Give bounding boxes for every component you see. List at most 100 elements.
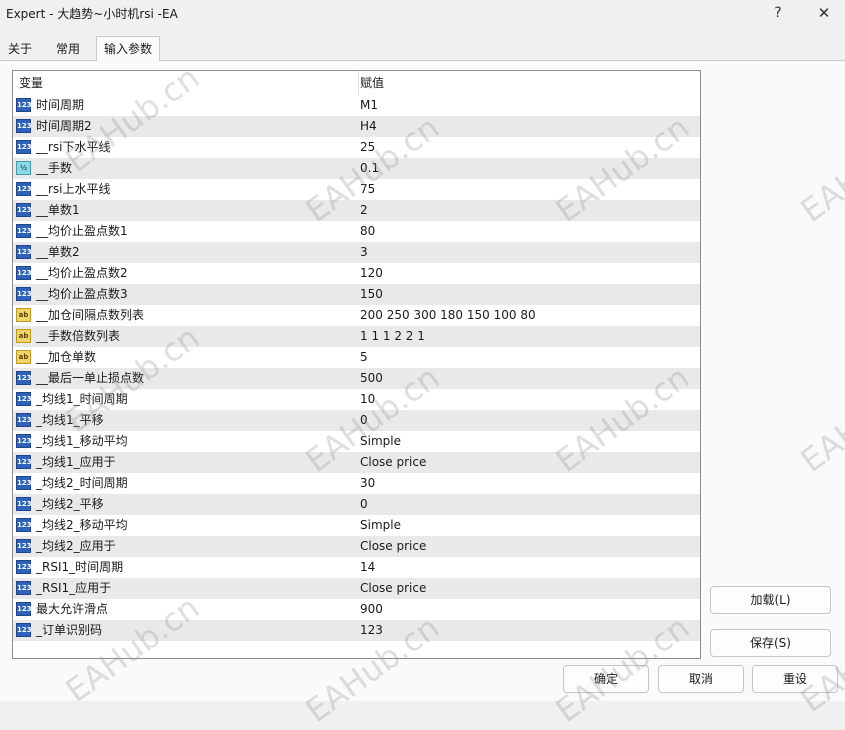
parameter-value[interactable]: 2 xyxy=(360,200,368,221)
int-type-icon: 123 xyxy=(16,182,32,196)
tab-about[interactable]: 关于 xyxy=(0,39,40,60)
int-type-icon: 123 xyxy=(16,392,32,406)
grid-rows: 123 时间周期 M1 123 时间周期2 H4 123 __rsi下水平线 25 ½ __手数 0.… xyxy=(13,95,700,641)
parameter-row[interactable]: ab __加仓单数 5 xyxy=(13,347,700,368)
column-header-value[interactable]: 赋值 xyxy=(360,71,384,95)
parameter-row[interactable]: 123 __均价止盈点数3 150 xyxy=(13,284,700,305)
parameter-name: __均价止盈点数1 xyxy=(36,224,128,238)
parameter-name: __手数倍数列表 xyxy=(36,329,121,343)
cancel-button[interactable]: 取消 xyxy=(658,665,744,693)
parameter-value[interactable]: 0 xyxy=(360,494,368,515)
parameter-row[interactable]: 123 _均线1_移动平均 Simple xyxy=(13,431,700,452)
save-button[interactable]: 保存(S) xyxy=(710,629,831,657)
parameter-row[interactable]: 123 _均线1_平移 0 xyxy=(13,410,700,431)
parameter-row[interactable]: 123 __单数1 2 xyxy=(13,200,700,221)
parameter-row[interactable]: 123 时间周期 M1 xyxy=(13,95,700,116)
parameter-value[interactable]: 120 xyxy=(360,263,383,284)
parameter-value[interactable]: 10 xyxy=(360,389,375,410)
parameter-row[interactable]: 123 _均线2_移动平均 Simple xyxy=(13,515,700,536)
parameter-value[interactable]: 3 xyxy=(360,242,368,263)
tab-inputs[interactable]: 输入参数 xyxy=(96,36,160,61)
parameter-row[interactable]: 123 __单数2 3 xyxy=(13,242,700,263)
parameter-value[interactable]: Simple xyxy=(360,431,401,452)
parameter-row[interactable]: 123 __均价止盈点数2 120 xyxy=(13,263,700,284)
parameter-name: __加仓间隔点数列表 xyxy=(36,308,145,322)
int-type-icon: 123 xyxy=(16,266,32,280)
int-type-icon: 123 xyxy=(16,224,32,238)
tab-common[interactable]: 常用 xyxy=(46,39,90,60)
close-icon[interactable]: ✕ xyxy=(809,2,839,24)
parameter-value[interactable]: H4 xyxy=(360,116,377,137)
parameter-row[interactable]: 123 __均价止盈点数1 80 xyxy=(13,221,700,242)
parameter-row[interactable]: 123 _均线1_应用于 Close price xyxy=(13,452,700,473)
int-type-icon: 123 xyxy=(16,518,32,532)
parameter-row[interactable]: 123 最大允许滑点 900 xyxy=(13,599,700,620)
parameter-value[interactable]: Close price xyxy=(360,536,426,557)
parameter-name: __单数1 xyxy=(36,203,80,217)
parameter-value[interactable]: 0 xyxy=(360,410,368,431)
string-type-icon: ab xyxy=(16,350,31,364)
parameter-name: _均线1_应用于 xyxy=(36,455,116,469)
int-type-icon: 123 xyxy=(16,98,32,112)
parameter-value[interactable]: 900 xyxy=(360,599,383,620)
int-type-icon: 123 xyxy=(16,623,32,637)
ok-button[interactable]: 确定 xyxy=(563,665,649,693)
parameter-row[interactable]: ab __手数倍数列表 1 1 1 2 2 1 xyxy=(13,326,700,347)
column-divider[interactable] xyxy=(358,71,359,95)
window-title: Expert - 大趋势~小时机rsi -EA xyxy=(6,7,178,21)
parameter-value[interactable]: Close price xyxy=(360,452,426,473)
parameter-row[interactable]: 123 _均线2_应用于 Close price xyxy=(13,536,700,557)
tab-strip: 关于 常用 输入参数 xyxy=(0,36,845,61)
parameter-name: __加仓单数 xyxy=(36,350,97,364)
int-type-icon: 123 xyxy=(16,371,32,385)
parameter-value[interactable]: 25 xyxy=(360,137,375,158)
parameter-row[interactable]: ½ __手数 0.1 xyxy=(13,158,700,179)
parameter-value[interactable]: Simple xyxy=(360,515,401,536)
parameter-row[interactable]: 123 _订单识别码 123 xyxy=(13,620,700,641)
help-icon[interactable]: ? xyxy=(763,2,793,24)
reset-button[interactable]: 重设 xyxy=(752,665,838,693)
column-header-variable[interactable]: 变量 xyxy=(19,71,43,95)
parameter-value[interactable]: 500 xyxy=(360,368,383,389)
parameter-value[interactable]: 200 250 300 180 150 100 80 xyxy=(360,305,536,326)
parameter-name: __最后一单止损点数 xyxy=(36,371,145,385)
parameter-row[interactable]: 123 _均线2_时间周期 30 xyxy=(13,473,700,494)
parameter-value[interactable]: 80 xyxy=(360,221,375,242)
parameter-value[interactable]: 1 1 1 2 2 1 xyxy=(360,326,425,347)
parameter-value[interactable]: 0.1 xyxy=(360,158,379,179)
parameter-value[interactable]: 5 xyxy=(360,347,368,368)
parameter-row[interactable]: 123 _均线1_时间周期 10 xyxy=(13,389,700,410)
parameter-value[interactable]: 14 xyxy=(360,557,375,578)
int-type-icon: 123 xyxy=(16,434,32,448)
parameter-name: __均价止盈点数2 xyxy=(36,266,128,280)
int-type-icon: 123 xyxy=(16,245,32,259)
parameter-value[interactable]: M1 xyxy=(360,95,378,116)
parameter-name: _均线2_移动平均 xyxy=(36,518,128,532)
parameter-name: _RSI1_应用于 xyxy=(36,581,112,595)
parameter-value[interactable]: 75 xyxy=(360,179,375,200)
grid-header: 变量 赋值 xyxy=(13,71,700,95)
int-type-icon: 123 xyxy=(16,119,32,133)
parameter-name: _RSI1_时间周期 xyxy=(36,560,124,574)
parameter-name: _均线2_时间周期 xyxy=(36,476,128,490)
int-type-icon: 123 xyxy=(16,539,32,553)
parameter-grid: 变量 赋值 123 时间周期 M1 123 时间周期2 H4 123 __rsi下水平线 25 ½… xyxy=(12,70,701,659)
parameter-row[interactable]: ab __加仓间隔点数列表 200 250 300 180 150 100 80 xyxy=(13,305,700,326)
parameter-row[interactable]: 123 __rsi下水平线 25 xyxy=(13,137,700,158)
parameter-row[interactable]: 123 _RSI1_应用于 Close price xyxy=(13,578,700,599)
parameter-value[interactable]: Close price xyxy=(360,578,426,599)
int-type-icon: 123 xyxy=(16,476,32,490)
parameter-name: __均价止盈点数3 xyxy=(36,287,128,301)
parameter-row[interactable]: 123 _均线2_平移 0 xyxy=(13,494,700,515)
parameter-row[interactable]: 123 __最后一单止损点数 500 xyxy=(13,368,700,389)
parameter-row[interactable]: 123 时间周期2 H4 xyxy=(13,116,700,137)
parameter-name: __rsi下水平线 xyxy=(36,140,111,154)
parameter-row[interactable]: 123 _RSI1_时间周期 14 xyxy=(13,557,700,578)
parameter-value[interactable]: 123 xyxy=(360,620,383,641)
parameter-name: 时间周期 xyxy=(36,98,85,112)
title-bar: Expert - 大趋势~小时机rsi -EA ? ✕ xyxy=(0,0,845,28)
parameter-row[interactable]: 123 __rsi上水平线 75 xyxy=(13,179,700,200)
parameter-value[interactable]: 30 xyxy=(360,473,375,494)
load-button[interactable]: 加载(L) xyxy=(710,586,831,614)
parameter-value[interactable]: 150 xyxy=(360,284,383,305)
